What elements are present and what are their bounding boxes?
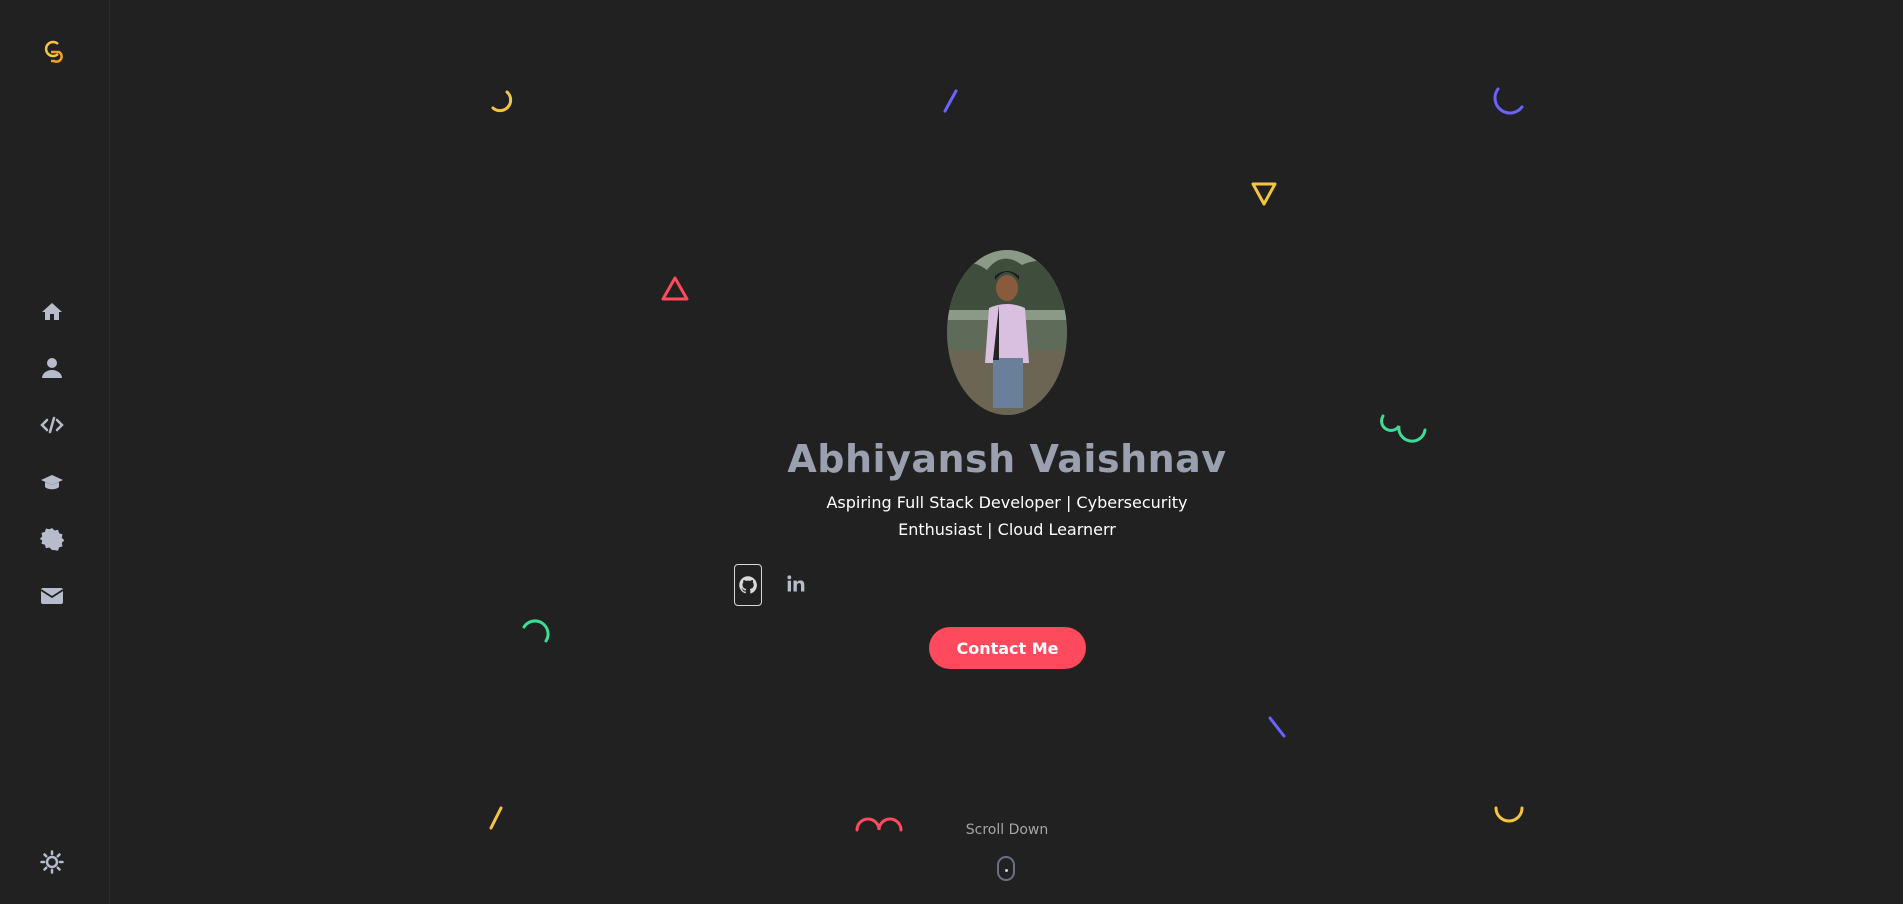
- theme-toggle[interactable]: [38, 848, 66, 876]
- decorative-line-shape: [489, 806, 503, 830]
- nav-contact[interactable]: [38, 582, 66, 610]
- decorative-line-shape: [943, 89, 958, 113]
- contact-me-button[interactable]: Contact Me: [929, 627, 1086, 669]
- certificate-icon: [40, 528, 64, 551]
- hero-tagline: Aspiring Full Stack Developer | Cybersec…: [826, 493, 1188, 539]
- linkedin-icon: [787, 575, 805, 592]
- nav-certificates[interactable]: [38, 525, 66, 553]
- nav-about[interactable]: [38, 354, 66, 382]
- decorative-arc-shape: [1494, 806, 1524, 823]
- code-icon: [40, 416, 64, 434]
- profile-avatar: [947, 250, 1067, 415]
- hero-name: Abhiyansh Vaishnav: [787, 437, 1227, 481]
- scroll-down-label[interactable]: Scroll Down: [950, 822, 1064, 838]
- decorative-arc-shape: [1493, 87, 1524, 115]
- decorative-triangle-shape: [1251, 182, 1277, 206]
- decorative-line-shape: [1268, 716, 1286, 738]
- envelope-icon: [40, 588, 64, 604]
- decorative-squiggle-shape: [855, 817, 903, 832]
- home-icon: [42, 303, 62, 320]
- sun-icon: [40, 850, 64, 874]
- linkedin-link[interactable]: [783, 564, 809, 604]
- brand-logo-icon[interactable]: [42, 38, 66, 66]
- profile-photo: [947, 250, 1067, 415]
- github-icon: [739, 576, 757, 594]
- nav-projects[interactable]: [38, 411, 66, 439]
- decorative-arc-shape: [491, 90, 513, 113]
- decorative-triangle-shape: [661, 276, 689, 301]
- decorative-arc-shape: [522, 619, 550, 643]
- scroll-mouse-icon[interactable]: [997, 856, 1015, 881]
- nav-home[interactable]: [38, 298, 66, 326]
- github-link[interactable]: [734, 564, 762, 606]
- user-icon: [42, 358, 62, 378]
